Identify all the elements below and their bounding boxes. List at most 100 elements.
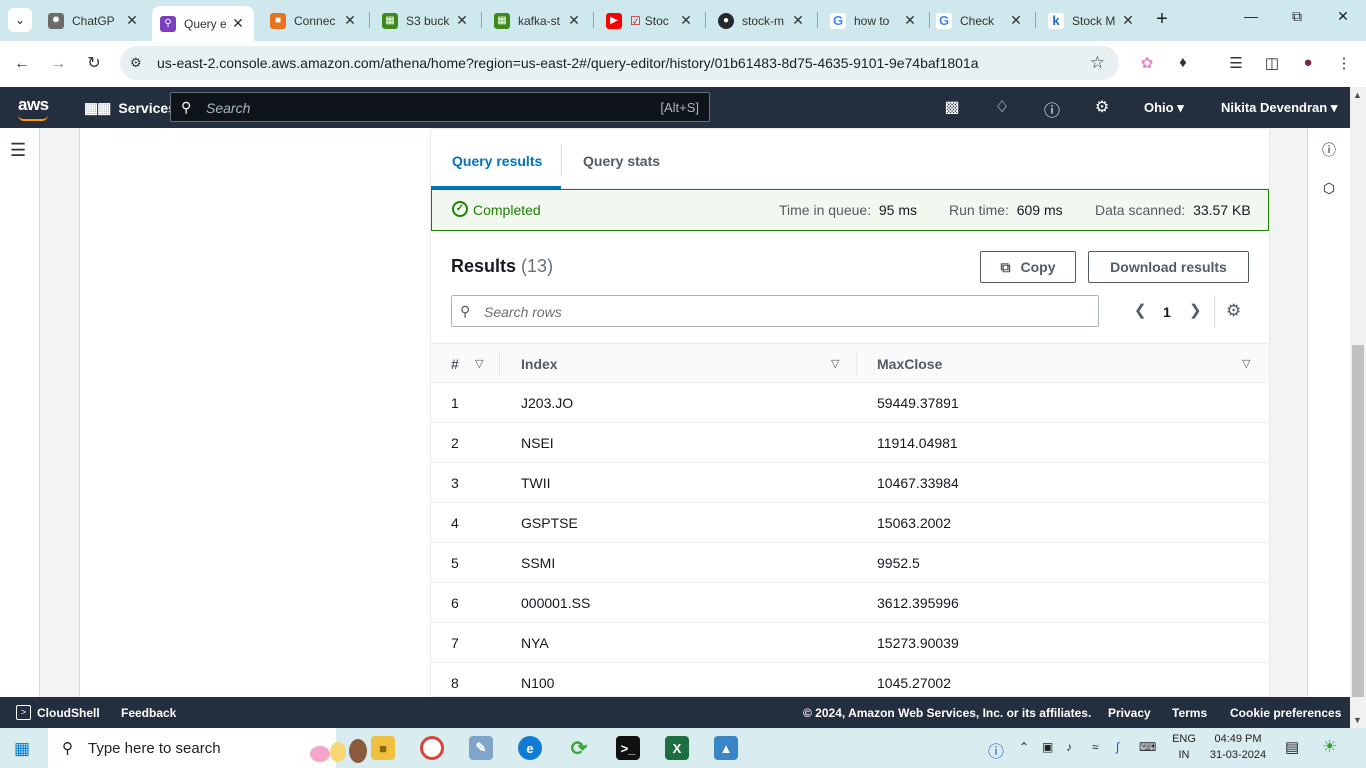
info-icon[interactable]: ⓘ xyxy=(1320,140,1338,158)
help-icon[interactable]: ⓘ xyxy=(1041,97,1063,121)
photos-icon[interactable]: ▲ xyxy=(714,736,738,760)
page-scrollbar[interactable]: ▲ ▼ xyxy=(1350,87,1366,728)
copy-button[interactable]: ⧉ Copy xyxy=(980,251,1076,283)
cloudshell-icon[interactable]: > xyxy=(16,705,31,720)
aws-logo[interactable]: aws xyxy=(18,95,49,121)
account-menu[interactable]: Nikita Devendran ▾ xyxy=(1221,100,1337,116)
column-divider[interactable] xyxy=(856,352,857,376)
reload-icon[interactable]: ↻ xyxy=(83,53,105,75)
notes-app-icon[interactable]: ✎ xyxy=(469,736,493,760)
table-preferences-gear-icon[interactable]: ⚙ xyxy=(1226,301,1241,321)
cookie-preferences-link[interactable]: Cookie preferences xyxy=(1230,706,1341,720)
show-hidden-icons-icon[interactable]: ⌃ xyxy=(1019,740,1029,754)
volume-icon[interactable]: ♪ xyxy=(1066,740,1072,754)
battery-icon[interactable]: ▣ xyxy=(1042,740,1053,754)
browser-tab[interactable]: ▶ ☑ Stoc ✕ xyxy=(598,6,702,35)
browser-tab[interactable]: ■ Connec ✕ xyxy=(262,6,366,35)
new-tab-button[interactable]: + xyxy=(1150,8,1174,31)
windows-start-icon[interactable]: ▦ xyxy=(14,739,30,759)
taskbar-search-box[interactable]: ⚲ Type here to search xyxy=(48,728,367,768)
notifications-icon[interactable]: ▤ xyxy=(1285,738,1299,756)
close-tab-icon[interactable]: ✕ xyxy=(342,12,358,29)
column-header-maxclose[interactable]: MaxClose xyxy=(877,356,942,372)
site-info-icon[interactable]: ⚙ xyxy=(130,55,142,71)
browser-tab-active[interactable]: ⚲ Query e ✕ xyxy=(152,6,254,41)
close-tab-icon[interactable]: ✕ xyxy=(454,12,470,29)
notifications-bell-icon[interactable]: ♢ xyxy=(991,97,1013,117)
close-tab-icon[interactable]: ✕ xyxy=(678,12,694,29)
close-tab-icon[interactable]: ✕ xyxy=(1008,12,1024,29)
hamburger-menu-icon[interactable]: ☰ xyxy=(10,140,26,161)
close-window-button[interactable]: ✕ xyxy=(1320,8,1366,25)
browser-tab[interactable]: G Check ✕ xyxy=(928,6,1032,35)
refresh-app-icon[interactable]: ⟳ xyxy=(567,736,591,760)
file-explorer-icon[interactable]: ■ xyxy=(371,736,395,760)
clock-time[interactable]: 04:49 PM xyxy=(1205,733,1271,745)
browser-tab[interactable]: G how to ✕ xyxy=(822,6,926,35)
close-tab-icon[interactable]: ✕ xyxy=(566,12,582,29)
feedback-link[interactable]: Feedback xyxy=(121,706,176,720)
browser-tab[interactable]: k Stock M ✕ xyxy=(1040,6,1144,35)
region-selector[interactable]: Ohio ▾ xyxy=(1144,100,1184,116)
sort-icon[interactable]: ▽ xyxy=(831,357,839,370)
cloudshell-icon[interactable]: ▩ xyxy=(941,97,963,117)
tab-query-stats[interactable]: Query stats xyxy=(583,153,660,169)
column-divider[interactable] xyxy=(499,352,500,376)
sort-icon[interactable]: ▽ xyxy=(1242,357,1250,370)
scroll-up-icon[interactable]: ▲ xyxy=(1353,90,1362,100)
tab-query-results[interactable]: Query results xyxy=(452,153,542,169)
address-bar[interactable]: ⚙ us-east-2.console.aws.amazon.com/athen… xyxy=(120,46,1119,80)
help-badge-icon[interactable]: ⓘ xyxy=(988,738,1004,762)
sort-icon[interactable]: ▽ xyxy=(475,357,483,370)
restore-button[interactable]: ⧉ xyxy=(1274,8,1320,25)
language-indicator[interactable]: ENG xyxy=(1168,733,1200,745)
chrome-icon[interactable] xyxy=(420,736,444,760)
hexagon-icon[interactable]: ⬡ xyxy=(1320,180,1338,198)
bluetooth-icon[interactable]: ∫ xyxy=(1116,740,1119,754)
scroll-down-icon[interactable]: ▼ xyxy=(1353,715,1362,725)
extensions-puzzle-icon[interactable]: ♦ xyxy=(1172,54,1194,71)
terms-link[interactable]: Terms xyxy=(1172,706,1207,720)
privacy-link[interactable]: Privacy xyxy=(1108,706,1151,720)
close-tab-icon[interactable]: ✕ xyxy=(1120,12,1136,29)
profile-avatar[interactable]: ● xyxy=(1297,54,1319,71)
settings-gear-icon[interactable]: ⚙ xyxy=(1091,97,1113,117)
edge-icon[interactable]: e xyxy=(518,736,542,760)
terminal-icon[interactable]: >_ xyxy=(616,736,640,760)
cloudshell-link[interactable]: CloudShell xyxy=(37,706,100,720)
page-number[interactable]: 1 xyxy=(1163,304,1171,320)
close-tab-icon[interactable]: ✕ xyxy=(124,12,140,29)
column-header-number[interactable]: # xyxy=(451,356,459,372)
back-icon[interactable]: ← xyxy=(11,53,33,75)
browser-tab[interactable]: ▦ kafka-st ✕ xyxy=(486,6,590,35)
browser-tab[interactable]: ✹ ChatGP ✕ xyxy=(40,6,148,35)
weather-icon[interactable]: ☀ xyxy=(1322,737,1337,757)
next-page-icon[interactable]: ❯ xyxy=(1189,301,1202,319)
forward-icon[interactable]: → xyxy=(47,53,69,75)
minimize-button[interactable]: — xyxy=(1228,8,1274,24)
scrollbar-thumb[interactable] xyxy=(1352,345,1364,697)
url-text[interactable]: us-east-2.console.aws.amazon.com/athena/… xyxy=(157,55,978,71)
clock-date[interactable]: 31-03-2024 xyxy=(1205,749,1271,761)
language-region[interactable]: IN xyxy=(1168,749,1200,761)
browser-tab[interactable]: ● stock-m ✕ xyxy=(710,6,814,35)
close-tab-icon[interactable]: ✕ xyxy=(790,12,806,29)
browser-menu-icon[interactable]: ⋮ xyxy=(1333,54,1355,72)
side-panel-icon[interactable]: ◫ xyxy=(1261,54,1283,72)
keyboard-icon[interactable]: ⌨ xyxy=(1139,740,1156,754)
prev-page-icon[interactable]: ❮ xyxy=(1134,301,1147,319)
download-results-button[interactable]: Download results xyxy=(1088,251,1249,283)
bookmark-star-icon[interactable]: ☆ xyxy=(1090,53,1105,73)
close-tab-icon[interactable]: ✕ xyxy=(230,15,246,32)
column-header-index[interactable]: Index xyxy=(521,356,558,372)
tab-search-button[interactable]: ⌄ xyxy=(8,8,32,32)
media-control-icon[interactable]: ☰ xyxy=(1225,54,1247,72)
browser-tab[interactable]: ▦ S3 buck ✕ xyxy=(374,6,478,35)
extension-flower-icon[interactable]: ✿ xyxy=(1136,54,1158,72)
search-rows-input[interactable]: ⚲ Search rows xyxy=(451,295,1099,327)
wifi-icon[interactable]: ≈ xyxy=(1092,740,1099,754)
excel-icon[interactable]: X xyxy=(665,736,689,760)
services-menu-button[interactable]: ▦▦ Services xyxy=(84,99,176,117)
aws-search-input[interactable]: ⚲ Search [Alt+S] xyxy=(170,92,710,122)
close-tab-icon[interactable]: ✕ xyxy=(902,12,918,29)
